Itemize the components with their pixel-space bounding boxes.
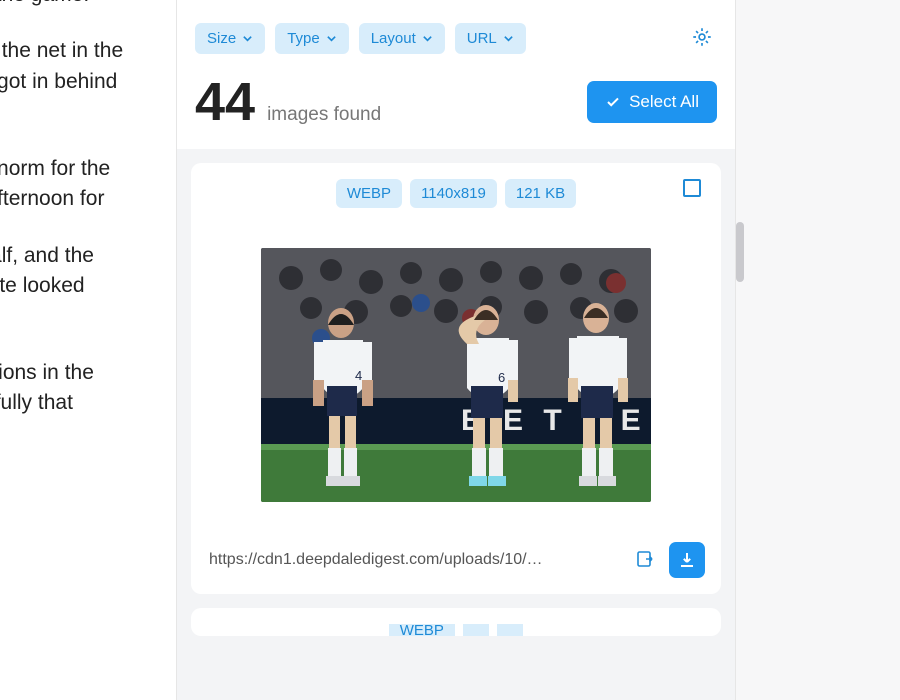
filter-type[interactable]: Type bbox=[275, 23, 349, 54]
badge-format: WEBP bbox=[389, 624, 455, 636]
download-icon bbox=[678, 551, 696, 569]
check-icon bbox=[605, 94, 621, 110]
badge-dimensions bbox=[463, 624, 489, 636]
chevron-down-icon bbox=[422, 33, 433, 44]
chevron-down-icon bbox=[503, 33, 514, 44]
article-paragraph: on goal. In what is becoming the norm fo… bbox=[0, 154, 180, 215]
filter-layout[interactable]: Layout bbox=[359, 23, 445, 54]
article-paragraph: d on as the start of the second half, an… bbox=[0, 241, 180, 332]
filter-size-label: Size bbox=[207, 30, 236, 47]
filter-url[interactable]: URL bbox=[455, 23, 526, 54]
badge-filesize: 121 KB bbox=[505, 179, 576, 208]
select-all-button[interactable]: Select All bbox=[587, 81, 717, 123]
result-count: 44 bbox=[195, 75, 255, 129]
article-paragraph: Same Greenwood had the ball in the net i… bbox=[0, 36, 180, 127]
badge-format: WEBP bbox=[336, 179, 402, 208]
image-url[interactable]: https://cdn1.deepdaledigest.com/uploads/… bbox=[207, 547, 621, 573]
settings-button[interactable] bbox=[687, 22, 717, 55]
chevron-down-icon bbox=[326, 33, 337, 44]
select-all-label: Select All bbox=[629, 92, 699, 112]
result-count-row: 44 images found Select All bbox=[177, 63, 735, 149]
image-card: WEBP bbox=[191, 608, 721, 636]
article-line: e very few positives to take from the ga… bbox=[0, 0, 180, 10]
open-external-icon bbox=[635, 549, 655, 569]
svg-text:4: 4 bbox=[355, 368, 362, 383]
card-badges: WEBP bbox=[207, 624, 705, 636]
page-gutter bbox=[736, 0, 900, 700]
card-checkbox[interactable] bbox=[683, 179, 701, 197]
download-button[interactable] bbox=[669, 542, 705, 578]
card-badges: WEBP 1140x819 121 KB bbox=[207, 179, 705, 208]
gear-icon bbox=[691, 26, 713, 48]
result-count-label: images found bbox=[267, 104, 381, 126]
scrollbar-thumb[interactable] bbox=[736, 222, 744, 282]
filter-bar: Size Type Layout URL bbox=[177, 0, 735, 63]
badge-dimensions: 1140x819 bbox=[410, 179, 497, 208]
chevron-down-icon bbox=[242, 33, 253, 44]
card-footer: https://cdn1.deepdaledigest.com/uploads/… bbox=[207, 542, 705, 578]
image-thumbnail[interactable]: B E T T E N bbox=[261, 248, 651, 502]
open-link-button[interactable] bbox=[629, 543, 661, 578]
filter-layout-label: Layout bbox=[371, 30, 416, 47]
filter-type-label: Type bbox=[287, 30, 320, 47]
image-card: WEBP 1140x819 121 KB bbox=[191, 163, 721, 594]
svg-text:6: 6 bbox=[498, 370, 505, 385]
results-list[interactable]: WEBP 1140x819 121 KB bbox=[177, 149, 735, 700]
background-article: e very few positives to take from the ga… bbox=[0, 0, 180, 445]
article-paragraph: does now give us some more options in th… bbox=[0, 358, 180, 419]
badge-filesize bbox=[497, 624, 523, 636]
filter-url-label: URL bbox=[467, 30, 497, 47]
image-downloader-panel: Size Type Layout URL 44 images found Se bbox=[176, 0, 736, 700]
filter-size[interactable]: Size bbox=[195, 23, 265, 54]
